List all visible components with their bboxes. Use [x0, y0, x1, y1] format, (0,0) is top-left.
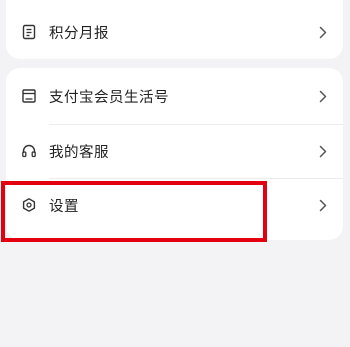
chevron-right-icon	[317, 89, 329, 103]
calendar-card-icon	[20, 87, 38, 105]
points-card: 积分月报	[6, 0, 343, 59]
menu-item-label: 积分月报	[49, 25, 109, 42]
headset-icon	[20, 142, 38, 160]
menu-item-alipay-member-life[interactable]: 支付宝会员生活号	[6, 69, 343, 123]
menu-item-label: 支付宝会员生活号	[49, 89, 169, 106]
menu-item-settings[interactable]: 设置	[6, 178, 343, 232]
menu-item-label: 设置	[49, 198, 79, 215]
settings-menu-page: 积分月报 支付宝会员生活号 我的客服 设置	[0, 0, 350, 347]
menu-item-customer-service[interactable]: 我的客服	[6, 124, 343, 178]
chevron-right-icon	[317, 198, 329, 212]
chevron-right-icon	[317, 144, 329, 158]
services-card: 支付宝会员生活号 我的客服 设置	[6, 68, 343, 240]
menu-item-label: 我的客服	[49, 144, 109, 161]
settings-hexagon-icon	[20, 196, 38, 214]
menu-item-points-report[interactable]: 积分月报	[6, 5, 343, 59]
report-doc-icon	[20, 23, 38, 41]
chevron-right-icon	[317, 25, 329, 39]
